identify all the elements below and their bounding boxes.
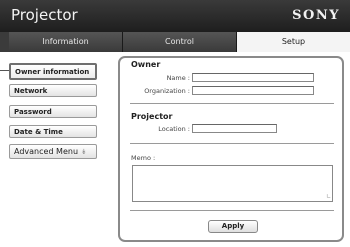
divider — [130, 210, 334, 211]
brand-logo: SONY — [292, 8, 340, 23]
location-field[interactable] — [192, 124, 277, 133]
name-field[interactable] — [192, 73, 314, 82]
divider — [130, 103, 334, 104]
tab-setup[interactable]: Setup — [237, 32, 350, 52]
advanced-menu-label: Advanced Menu — [14, 147, 79, 156]
selection-connector — [0, 70, 9, 71]
owner-section-title: Owner — [131, 60, 161, 69]
projector-section-title: Projector — [131, 112, 173, 121]
tab-bar: Information Control Setup — [0, 32, 350, 52]
tab-control[interactable]: Control — [123, 32, 237, 52]
sidebar-item-password[interactable]: Password — [9, 105, 97, 118]
sidebar-item-date-time[interactable]: Date & Time — [9, 125, 97, 138]
sidebar-item-owner-information[interactable]: Owner information — [9, 63, 97, 80]
organization-label: Organization : — [144, 87, 190, 95]
page-title: Projector — [11, 6, 78, 24]
sidebar-item-network[interactable]: Network — [9, 84, 97, 97]
memo-textarea[interactable]: ∟ — [132, 165, 333, 202]
location-label: Location : — [158, 125, 190, 133]
sidebar-item-advanced-menu[interactable]: Advanced Menu ↡ — [9, 144, 97, 159]
sidebar: Owner information Network Password Date … — [0, 52, 112, 247]
resize-grip-icon[interactable]: ∟ — [326, 193, 331, 200]
double-chevron-down-icon: ↡ — [81, 148, 87, 156]
owner-information-panel: Owner Name : Organization : Projector Lo… — [118, 56, 344, 242]
tab-information[interactable]: Information — [9, 32, 123, 52]
memo-label: Memo : — [131, 154, 156, 162]
organization-field[interactable] — [192, 86, 314, 95]
app-header: Projector SONY — [0, 0, 350, 32]
apply-button[interactable]: Apply — [208, 220, 258, 233]
divider — [130, 143, 334, 144]
name-label: Name : — [166, 74, 190, 82]
